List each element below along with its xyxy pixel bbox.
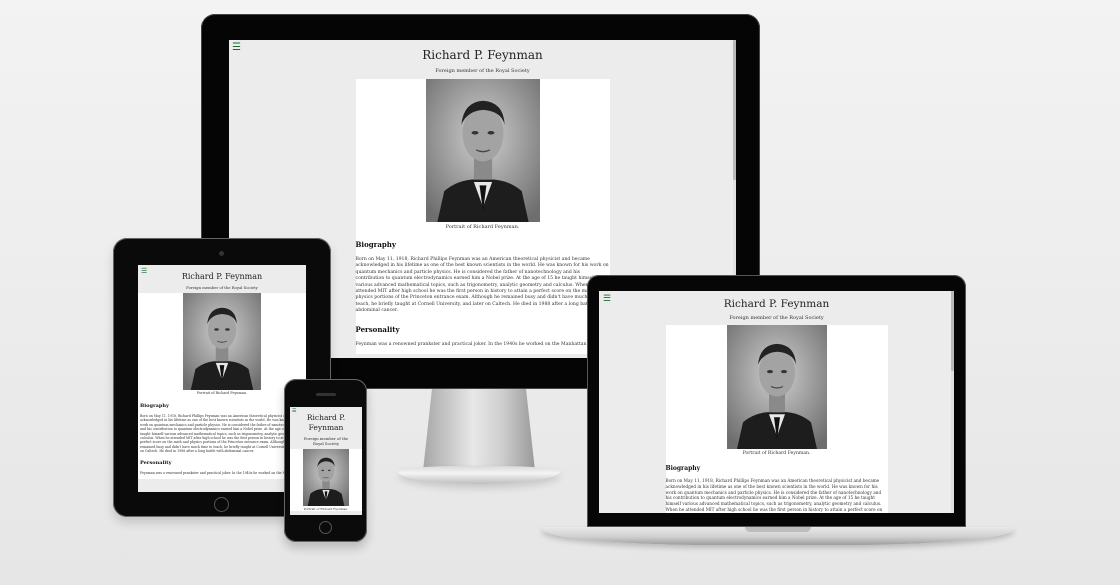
feynman-portrait bbox=[303, 449, 349, 506]
biography-paragraph: Born on May 11, 1918, Richard Phillips F… bbox=[140, 414, 303, 454]
monitor-stand-base bbox=[398, 466, 560, 484]
scrollbar-thumb[interactable] bbox=[951, 291, 954, 371]
monitor-stand-neck bbox=[423, 389, 535, 471]
hamburger-menu-icon[interactable]: ☰ bbox=[603, 295, 611, 304]
website-laptop: ☰ Richard P. Feynman Foreign member of t… bbox=[599, 291, 954, 513]
main-content: Portrait of Richard Feynman. Biography B… bbox=[665, 325, 888, 513]
biography-heading: Biography bbox=[665, 465, 701, 472]
personality-heading: Personality bbox=[140, 459, 172, 466]
tablet-screen: ☰ Richard P. Feynman Foreign member of t… bbox=[138, 265, 306, 492]
photo-caption: Portrait of Richard Feynman. bbox=[303, 507, 349, 511]
hamburger-menu-icon[interactable]: ☰ bbox=[141, 268, 147, 275]
phone-home-button bbox=[319, 521, 332, 534]
phone-speaker bbox=[316, 393, 336, 396]
website-tablet: ☰ Richard P. Feynman Foreign member of t… bbox=[138, 265, 306, 480]
photo-caption: Portrait of Richard Feynman. bbox=[742, 451, 811, 456]
scrollbar-thumb[interactable] bbox=[733, 40, 736, 180]
main-content: Portrait of Richard Feynman. Biography B… bbox=[138, 293, 306, 480]
personality-paragraph: Feynman was a renowned prankster and pra… bbox=[355, 341, 587, 347]
laptop-notch bbox=[745, 527, 811, 532]
personality-paragraph: Feynman was a renowned prankster and pra… bbox=[140, 470, 301, 475]
biography-heading: Biography bbox=[355, 240, 396, 249]
site-subtitle: Foreign member of the Royal Society bbox=[435, 68, 530, 74]
phone-screen: ☰ Richard P. Feynman Foreign member of t… bbox=[290, 407, 362, 515]
feynman-portrait bbox=[726, 325, 827, 449]
photo-caption: Portrait of Richard Feynman. bbox=[445, 224, 520, 230]
photo-caption: Portrait of Richard Feynman. bbox=[196, 391, 248, 395]
main-content: Portrait of Richard Feynman. bbox=[290, 449, 362, 511]
hamburger-menu-icon[interactable]: ☰ bbox=[232, 43, 241, 53]
site-subtitle: Foreign member of the Royal Society bbox=[303, 436, 349, 446]
site-subtitle: Foreign member of the Royal Society bbox=[729, 315, 824, 321]
biography-paragraph: Born on May 11, 1918, Richard Phillips F… bbox=[355, 257, 609, 314]
website-phone: ☰ Richard P. Feynman Foreign member of t… bbox=[290, 407, 362, 511]
personality-heading: Personality bbox=[355, 324, 400, 334]
site-title: Richard P. Feynman bbox=[181, 272, 263, 281]
laptop-screen: ☰ Richard P. Feynman Foreign member of t… bbox=[599, 291, 954, 513]
biography-paragraph: Born on May 11, 1918, Richard Phillips F… bbox=[665, 478, 883, 513]
tablet-home-button bbox=[214, 497, 229, 512]
site-subtitle: Foreign member of the Royal Society bbox=[186, 285, 258, 290]
tablet-camera bbox=[219, 251, 224, 256]
feynman-portrait bbox=[183, 293, 261, 390]
biography-heading: Biography bbox=[140, 403, 169, 409]
hamburger-menu-icon[interactable]: ☰ bbox=[292, 409, 296, 414]
feynman-portrait bbox=[425, 79, 540, 222]
scrollbar[interactable] bbox=[951, 291, 954, 513]
main-content: Portrait of Richard Feynman. Biography B… bbox=[355, 79, 610, 355]
site-title: Richard P. Feynman bbox=[306, 413, 346, 432]
site-title: Richard P. Feynman bbox=[723, 298, 830, 310]
site-title: Richard P. Feynman bbox=[422, 48, 543, 62]
